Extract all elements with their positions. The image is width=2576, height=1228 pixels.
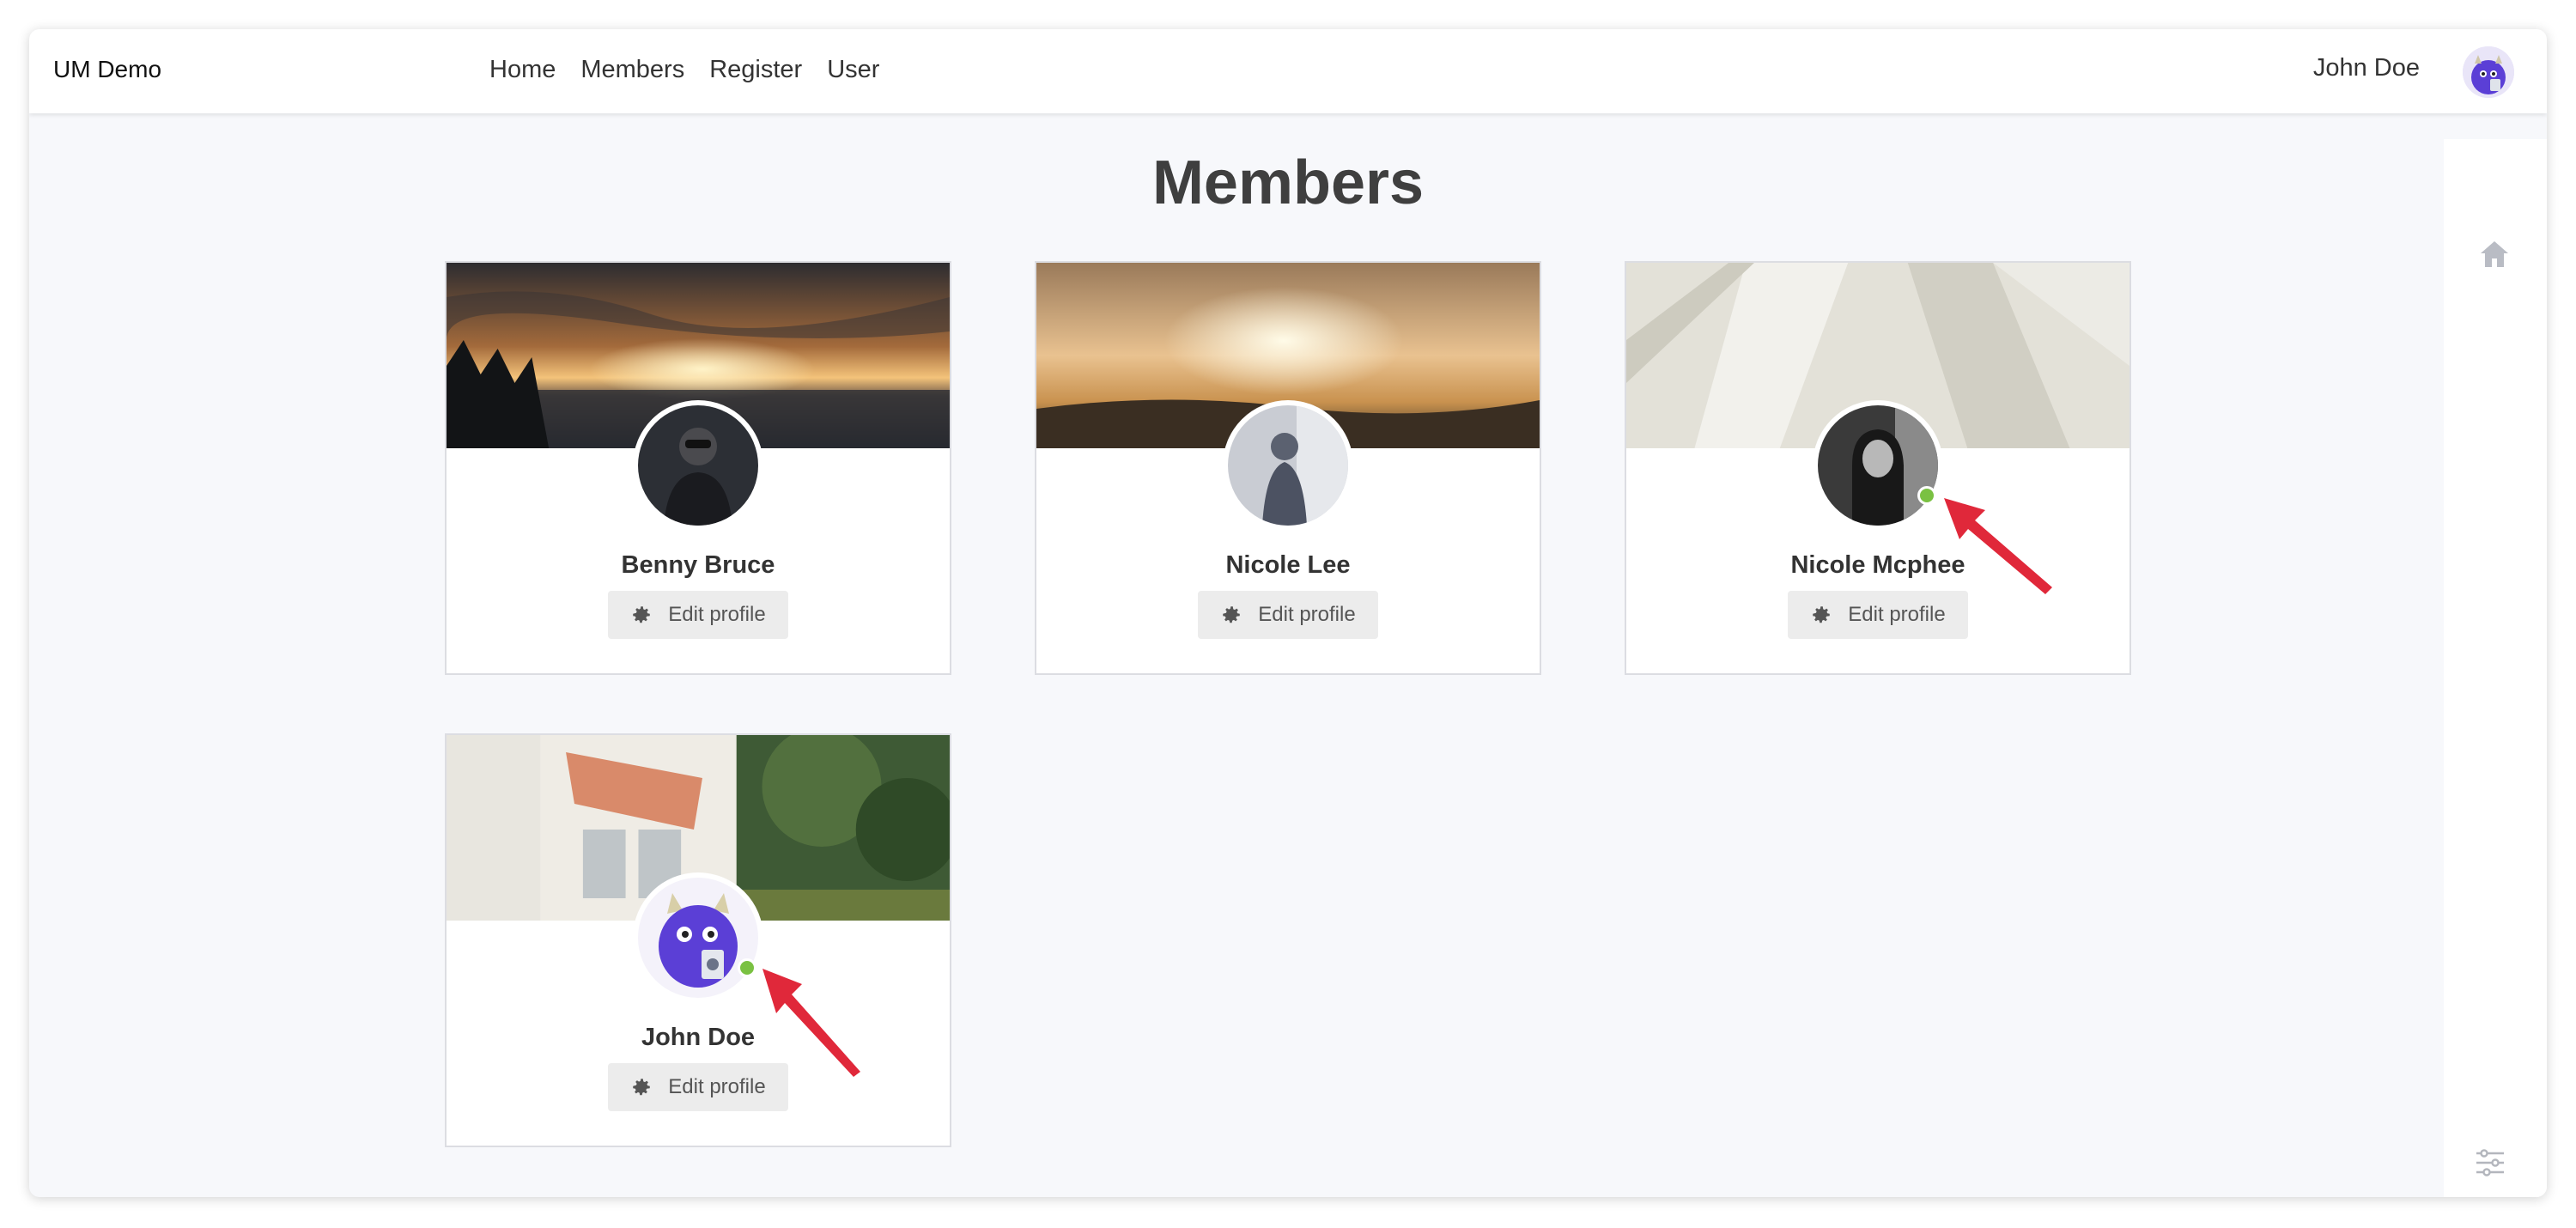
- sliders-icon[interactable]: [2473, 1146, 2507, 1180]
- member-name[interactable]: Benny Bruce: [447, 551, 950, 580]
- edit-profile-label: Edit profile: [1258, 603, 1356, 626]
- current-user-avatar[interactable]: [2463, 46, 2514, 98]
- edit-profile-label: Edit profile: [1848, 603, 1946, 626]
- main-nav: Home Members Register User: [489, 56, 879, 84]
- nav-user[interactable]: User: [827, 56, 879, 84]
- gear-icon: [633, 1079, 651, 1096]
- member-card: Nicole Mcphee Edit profile: [1625, 261, 2131, 675]
- nav-register[interactable]: Register: [709, 56, 802, 84]
- member-avatar[interactable]: [1813, 400, 1943, 531]
- member-avatar[interactable]: [1223, 400, 1353, 531]
- edit-profile-label: Edit profile: [668, 603, 766, 626]
- member-card: Benny Bruce Edit profile: [445, 261, 951, 675]
- top-navbar: UM Demo Home Members Register User John …: [29, 29, 2547, 113]
- member-avatar[interactable]: [633, 400, 763, 531]
- member-card: Nicole Lee Edit profile: [1035, 261, 1541, 675]
- edit-profile-button[interactable]: Edit profile: [1198, 591, 1378, 639]
- gear-icon: [1813, 606, 1831, 623]
- edit-profile-button[interactable]: Edit profile: [608, 591, 788, 639]
- member-avatar[interactable]: [633, 872, 763, 1003]
- nav-members[interactable]: Members: [580, 56, 684, 84]
- current-user-name[interactable]: John Doe: [2313, 54, 2420, 82]
- nav-home[interactable]: Home: [489, 56, 556, 84]
- page-title: Members: [1151, 149, 1425, 217]
- brand-logo-text[interactable]: UM Demo: [53, 56, 161, 83]
- app-window: UM Demo Home Members Register User John …: [29, 29, 2547, 1197]
- member-name[interactable]: Nicole Lee: [1036, 551, 1540, 580]
- annotation-arrow-icon: [762, 969, 860, 1077]
- gear-icon: [633, 606, 651, 623]
- side-rail: [2444, 139, 2547, 1197]
- gear-icon: [1223, 606, 1241, 623]
- annotation-arrow-icon: [1944, 498, 2052, 594]
- home-icon[interactable]: [2478, 239, 2511, 270]
